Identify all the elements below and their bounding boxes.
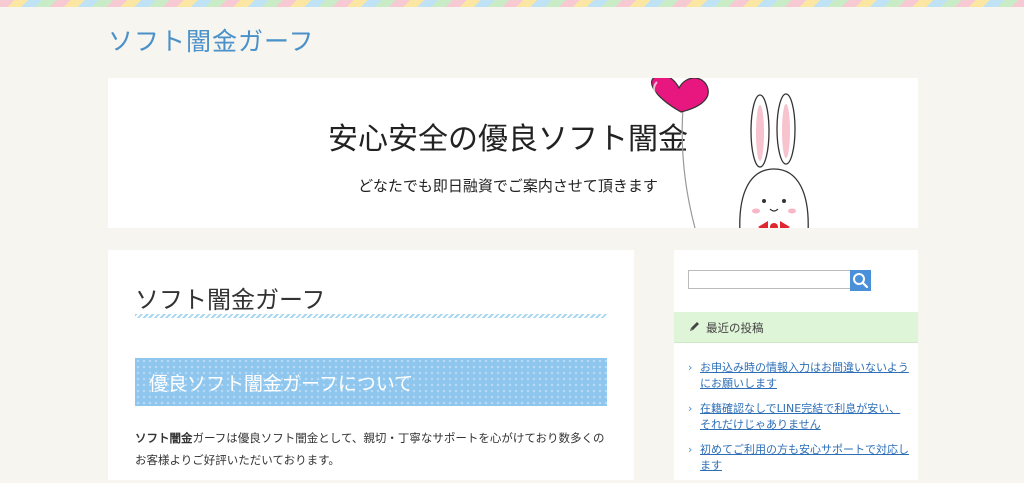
- main-content: ソフト闇金ガーフ 優良ソフト闇金ガーフについて ソフト闇金ガーフは優良ソフト闇金…: [108, 250, 634, 480]
- search-button[interactable]: [850, 270, 871, 291]
- recent-post-link[interactable]: 初めてご利用の方も安心サポートで対応します: [700, 442, 910, 474]
- site-title[interactable]: ソフト闇金ガーフ: [108, 22, 315, 58]
- top-stripe-decoration: [0, 0, 1024, 7]
- page-title: ソフト闇金ガーフ: [135, 286, 326, 314]
- search-icon: [853, 273, 869, 289]
- header-banner: 安心安全の優良ソフト闇金 どなたでも即日融資でご案内させて頂きます: [108, 78, 918, 228]
- chevron-right-icon: ›: [688, 443, 693, 456]
- list-item: › 在籍確認なしでLINE完結で利息が安い、それだけじゃありません: [688, 401, 910, 433]
- list-item: › 初めてご利用の方も安心サポートで対応します: [688, 442, 910, 474]
- recent-posts-list: › お申込み時の情報入力はお間違いないようにお願いします › 在籍確認なしでLI…: [688, 360, 910, 483]
- intro-bold-text: ソフト闇金: [135, 431, 193, 445]
- section-heading: 優良ソフト闇金ガーフについて: [149, 373, 414, 395]
- recent-posts-header: 最近の投稿: [674, 312, 918, 343]
- recent-posts-title: 最近の投稿: [706, 321, 764, 335]
- chevron-right-icon: ›: [688, 402, 693, 415]
- title-underline: [135, 314, 607, 318]
- chevron-right-icon: ›: [688, 361, 693, 374]
- sidebar: 最近の投稿 › お申込み時の情報入力はお間違いないようにお願いします › 在籍確…: [674, 250, 918, 480]
- heart-balloon-icon: [651, 78, 709, 228]
- pencil-icon: [690, 322, 699, 331]
- recent-post-link[interactable]: お申込み時の情報入力はお間違いないようにお願いします: [700, 360, 910, 392]
- list-item: › お申込み時の情報入力はお間違いないようにお願いします: [688, 360, 910, 392]
- recent-post-link[interactable]: 在籍確認なしでLINE完結で利息が安い、それだけじゃありません: [700, 401, 910, 433]
- intro-text: ガーフは優良ソフト闇金として、親切・丁寧なサポートを心がけており数多くのお客様よ…: [135, 431, 605, 467]
- section-heading-bar: 優良ソフト闇金ガーフについて: [135, 358, 607, 406]
- search-input[interactable]: [688, 270, 854, 289]
- bunny-illustration: [739, 93, 809, 228]
- intro-paragraph: ソフト闇金ガーフは優良ソフト闇金として、親切・丁寧なサポートを心がけており数多く…: [135, 427, 613, 471]
